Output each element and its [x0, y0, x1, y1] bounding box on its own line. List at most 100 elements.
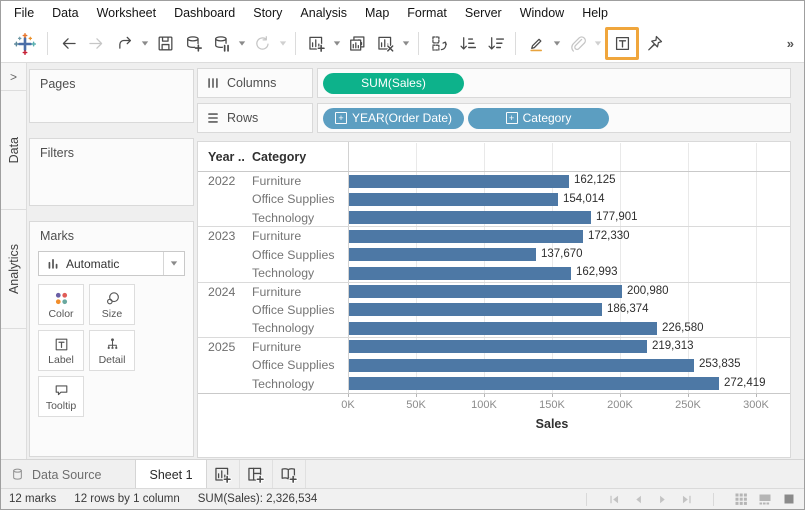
- menu-server[interactable]: Server: [456, 2, 511, 24]
- clear-sheet-dropdown-caret[interactable]: [399, 30, 412, 57]
- menu-format[interactable]: Format: [398, 2, 456, 24]
- new-worksheet-dropdown-caret[interactable]: [330, 30, 343, 57]
- filters-shelf[interactable]: Filters: [29, 138, 194, 206]
- axis-tick-label[interactable]: 50K: [394, 399, 438, 411]
- axis-tick-label[interactable]: 200K: [598, 399, 642, 411]
- highlight-dropdown-caret[interactable]: [550, 30, 563, 57]
- filmstrip-button[interactable]: [756, 491, 774, 507]
- axis-tick-label[interactable]: 300K: [734, 399, 778, 411]
- group-members-dropdown-caret[interactable]: [591, 30, 604, 57]
- nav-last-button[interactable]: [677, 491, 695, 507]
- pill-year-order-date[interactable]: YEAR(Order Date): [323, 108, 464, 129]
- category-header[interactable]: Office Supplies: [252, 248, 334, 262]
- data-source-tab[interactable]: Data Source: [1, 460, 115, 489]
- axis-tick-label[interactable]: 100K: [462, 399, 506, 411]
- expand-plus-icon[interactable]: [335, 112, 347, 124]
- run-auto-updates-button[interactable]: [248, 30, 276, 57]
- replay-button[interactable]: [110, 30, 138, 57]
- category-header[interactable]: Technology: [252, 211, 314, 225]
- menu-data[interactable]: Data: [43, 2, 87, 24]
- header-category-column[interactable]: Category: [252, 150, 306, 164]
- axis-tick-label[interactable]: 250K: [666, 399, 710, 411]
- category-header[interactable]: Furniture: [252, 174, 301, 188]
- bar-mark[interactable]: [349, 211, 591, 224]
- category-header[interactable]: Technology: [252, 377, 314, 391]
- bar-mark[interactable]: [349, 175, 569, 188]
- year-header-2023[interactable]: 2023: [208, 229, 235, 243]
- sheet-tab-sheet-1[interactable]: Sheet 1: [135, 460, 206, 489]
- pages-shelf[interactable]: Pages: [29, 69, 194, 123]
- run-auto-updates-dropdown-caret[interactable]: [276, 30, 289, 57]
- category-header[interactable]: Office Supplies: [252, 358, 334, 372]
- columns-shelf[interactable]: SUM(Sales): [317, 68, 791, 98]
- bar-mark[interactable]: [349, 193, 558, 206]
- toolbar-more-button[interactable]: »: [783, 36, 798, 51]
- category-header[interactable]: Technology: [252, 266, 314, 280]
- menu-map[interactable]: Map: [356, 2, 398, 24]
- pill-category[interactable]: Category: [468, 108, 609, 129]
- bar-mark[interactable]: [349, 230, 583, 243]
- category-header[interactable]: Furniture: [252, 285, 301, 299]
- clear-sheet-button[interactable]: [371, 30, 399, 57]
- new-worksheet-tab-button[interactable]: [207, 460, 240, 489]
- x-axis-title[interactable]: Sales: [452, 417, 652, 431]
- menu-analysis[interactable]: Analysis: [291, 2, 356, 24]
- save-button[interactable]: [151, 30, 179, 57]
- menu-worksheet[interactable]: Worksheet: [88, 2, 166, 24]
- swap-rows-columns-button[interactable]: [425, 30, 453, 57]
- show-mark-labels-button[interactable]: [608, 30, 636, 57]
- header-year-column[interactable]: Year ..: [208, 150, 245, 164]
- expand-plus-icon[interactable]: [506, 112, 518, 124]
- category-header[interactable]: Office Supplies: [252, 303, 334, 317]
- bar-mark[interactable]: [349, 285, 622, 298]
- category-header[interactable]: Furniture: [252, 229, 301, 243]
- menu-window[interactable]: Window: [511, 2, 573, 24]
- nav-next-button[interactable]: [653, 491, 671, 507]
- marks-button-detail[interactable]: Detail: [89, 330, 135, 371]
- marks-button-color[interactable]: Color: [38, 284, 84, 325]
- year-header-2025[interactable]: 2025: [208, 340, 235, 354]
- bar-mark[interactable]: [349, 340, 647, 353]
- new-data-source-button[interactable]: [179, 30, 207, 57]
- replay-dropdown-caret[interactable]: [138, 30, 151, 57]
- bar-mark[interactable]: [349, 267, 571, 280]
- bar-mark[interactable]: [349, 377, 719, 390]
- collapse-pane-button[interactable]: >: [1, 63, 26, 91]
- bar-mark[interactable]: [349, 322, 657, 335]
- menu-file[interactable]: File: [5, 2, 43, 24]
- marks-button-label[interactable]: Label: [38, 330, 84, 371]
- menu-help[interactable]: Help: [573, 2, 617, 24]
- pill-sum-sales[interactable]: SUM(Sales): [323, 73, 464, 94]
- category-header[interactable]: Furniture: [252, 340, 301, 354]
- marks-button-size[interactable]: Size: [89, 284, 135, 325]
- pin-button[interactable]: [640, 30, 668, 57]
- new-dashboard-tab-button[interactable]: [240, 460, 273, 489]
- marks-button-tooltip[interactable]: Tooltip: [38, 376, 84, 417]
- bar-mark[interactable]: [349, 248, 536, 261]
- nav-first-button[interactable]: [605, 491, 623, 507]
- highlight-button[interactable]: [522, 30, 550, 57]
- pause-auto-updates-button[interactable]: [207, 30, 235, 57]
- category-header[interactable]: Office Supplies: [252, 192, 334, 206]
- mark-type-dropdown[interactable]: Automatic: [38, 251, 185, 276]
- rows-shelf[interactable]: YEAR(Order Date)Category: [317, 103, 791, 133]
- bar-mark[interactable]: [349, 359, 694, 372]
- pause-auto-updates-dropdown-caret[interactable]: [235, 30, 248, 57]
- menu-story[interactable]: Story: [244, 2, 291, 24]
- year-header-2024[interactable]: 2024: [208, 285, 235, 299]
- group-members-button[interactable]: [563, 30, 591, 57]
- sheet-sorter-button[interactable]: [732, 491, 750, 507]
- sort-ascending-button[interactable]: [453, 30, 481, 57]
- year-header-2022[interactable]: 2022: [208, 174, 235, 188]
- duplicate-sheet-button[interactable]: [343, 30, 371, 57]
- sort-descending-button[interactable]: [481, 30, 509, 57]
- side-tab-analytics[interactable]: Analytics: [1, 210, 26, 329]
- nav-prev-button[interactable]: [629, 491, 647, 507]
- category-header[interactable]: Technology: [252, 321, 314, 335]
- bar-mark[interactable]: [349, 303, 602, 316]
- redo-button[interactable]: [82, 30, 110, 57]
- axis-tick-label[interactable]: 150K: [530, 399, 574, 411]
- axis-tick-label[interactable]: 0K: [326, 399, 370, 411]
- show-tabs-button[interactable]: [780, 491, 798, 507]
- new-story-tab-button[interactable]: [273, 460, 306, 489]
